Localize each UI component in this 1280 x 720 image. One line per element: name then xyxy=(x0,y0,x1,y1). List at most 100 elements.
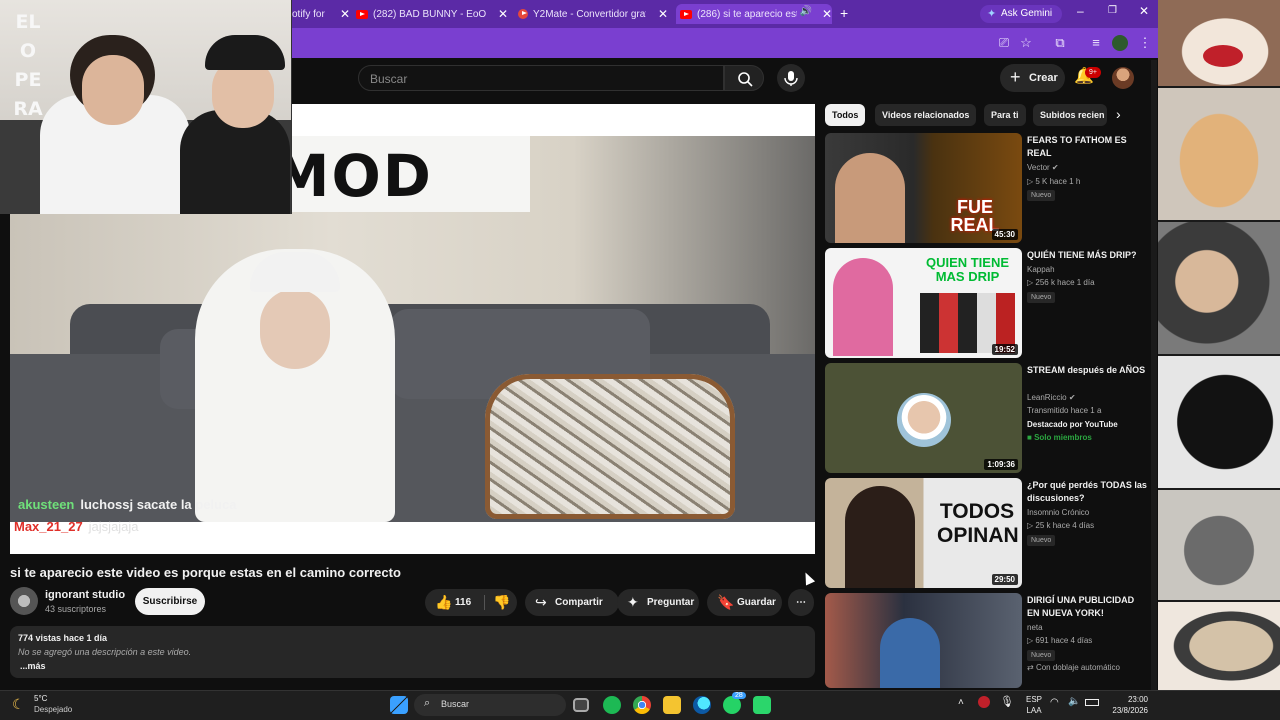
thumbnail-avatar xyxy=(897,393,951,447)
related-channel[interactable]: Vector ✔ xyxy=(1027,163,1059,172)
related-title[interactable]: DIRIGÍ UNA PUBLICIDAD EN NUEVA YORK! xyxy=(1027,594,1147,620)
more-icon: ⋯ xyxy=(796,597,806,608)
taskbar-search[interactable]: ⌕ Buscar xyxy=(414,694,566,716)
chat-message: akusteen luchossj sacate la peluca xyxy=(18,497,237,512)
plus-icon: + xyxy=(1010,67,1021,87)
profile-icon[interactable] xyxy=(1112,35,1128,51)
tab-current-video[interactable]: (286) si te aparecio este vid🔊✕ xyxy=(676,4,832,24)
related-title[interactable]: ¿Por qué perdés TODAS las discusiones? xyxy=(1027,479,1147,505)
chevron-right-icon[interactable]: › xyxy=(1116,106,1121,122)
restore-icon[interactable]: ❐ xyxy=(1108,5,1117,16)
channel-name[interactable]: ignorant studio xyxy=(45,589,125,601)
windows-start-icon[interactable] xyxy=(390,696,408,714)
related-title[interactable]: FEARS TO FATHOM ES REAL xyxy=(1027,134,1147,160)
youtube-icon xyxy=(356,9,368,19)
menu-icon[interactable]: ⋮ xyxy=(1137,35,1153,51)
account-avatar[interactable] xyxy=(1112,67,1134,89)
tab-spotify[interactable]: otify for ✕ xyxy=(292,4,350,24)
channel-avatar[interactable] xyxy=(10,587,38,615)
dislike-icon[interactable]: 👎 xyxy=(493,589,510,616)
ask-gemini-button[interactable]: ✦ Ask Gemini xyxy=(980,5,1062,23)
featured-label: Destacado por YouTube xyxy=(1027,420,1118,429)
divider xyxy=(484,595,485,610)
window-close-icon[interactable]: ✕ xyxy=(1139,4,1149,18)
duration-badge: 45:30 xyxy=(991,229,1018,240)
duration-badge: 19:52 xyxy=(991,344,1018,355)
no-description-text: No se agregó una descripción a este vide… xyxy=(18,647,192,657)
share-button[interactable]: ↪ Compartir xyxy=(525,589,619,616)
subscribe-button[interactable]: Suscribirse xyxy=(135,588,205,615)
like-icon[interactable]: 👍 xyxy=(435,589,452,616)
audio-icon[interactable]: 🔊 xyxy=(800,6,812,17)
related-thumbnail[interactable] xyxy=(825,593,1022,688)
related-thumbnail[interactable]: TODOS OPINAN 29:50 xyxy=(825,478,1022,588)
thumbnail-person xyxy=(833,258,893,356)
tray-app-icon[interactable] xyxy=(978,696,990,708)
dog-images-overlay xyxy=(1158,0,1280,690)
chip-subidos-recien[interactable]: Subidos recien xyxy=(1033,104,1107,126)
wifi-icon[interactable]: ◠ xyxy=(1050,697,1059,708)
new-badge: Nuevo xyxy=(1027,650,1056,661)
chrome-icon[interactable] xyxy=(633,696,651,714)
show-more-link[interactable]: ...más xyxy=(20,661,46,671)
related-title[interactable]: QUIÉN TIENE MÁS DRIP? xyxy=(1027,249,1147,262)
chip-para-ti[interactable]: Para ti xyxy=(984,104,1026,126)
notification-count-badge: 9+ xyxy=(1085,67,1101,78)
related-meta: ▷ 256 k hace 1 día xyxy=(1027,278,1095,287)
related-channel[interactable]: Kappah xyxy=(1027,265,1055,274)
moon-icon: ☾ xyxy=(12,696,25,712)
language-indicator[interactable]: ESP LAA xyxy=(1025,694,1043,716)
voice-search-button[interactable] xyxy=(777,64,805,92)
minimize-icon[interactable]: – xyxy=(1077,4,1084,18)
sparkle-icon: ✦ xyxy=(627,594,639,610)
extensions-icon[interactable]: ⧉ xyxy=(1052,35,1068,51)
new-tab-icon[interactable]: + xyxy=(840,5,848,21)
related-meta: ▷ 5 K hace 1 h xyxy=(1027,177,1081,186)
close-icon[interactable]: ✕ xyxy=(822,7,832,21)
chevron-up-icon[interactable]: ˄ xyxy=(958,697,964,708)
volume-icon[interactable]: 🔈 xyxy=(1068,696,1080,707)
edge-icon[interactable] xyxy=(693,696,711,714)
chip-videos-relacionados[interactable]: Videos relacionados xyxy=(875,104,977,126)
spotify-icon[interactable] xyxy=(603,696,621,714)
dog-image xyxy=(1158,490,1280,600)
media-icon[interactable]: ≡ xyxy=(1088,35,1104,51)
save-button[interactable]: 🔖 Guardar xyxy=(707,589,782,616)
ask-button[interactable]: ✦ Preguntar xyxy=(617,589,699,616)
search-button[interactable] xyxy=(724,65,764,91)
file-explorer-icon[interactable] xyxy=(663,696,681,714)
close-icon[interactable]: ✕ xyxy=(658,7,668,21)
members-icon: ■ xyxy=(1027,433,1032,442)
chip-todos[interactable]: Todos xyxy=(825,104,866,126)
related-title[interactable]: STREAM después de AÑOS xyxy=(1027,364,1147,377)
task-view-icon[interactable] xyxy=(573,698,589,712)
close-icon[interactable]: ✕ xyxy=(340,7,350,21)
person-face xyxy=(260,289,330,369)
related-channel[interactable]: Insomnio Crónico xyxy=(1027,508,1089,517)
more-actions-button[interactable]: ⋯ xyxy=(788,589,814,616)
system-clock[interactable]: 23:00 23/8/2026 xyxy=(1090,694,1148,716)
tab-bad-bunny[interactable]: (282) BAD BUNNY - EoO (Visua✕ xyxy=(356,4,508,24)
related-thumbnail[interactable]: 1:09:36 xyxy=(825,363,1022,473)
related-thumbnail[interactable]: QUIEN TIENE MAS DRIP 19:52 xyxy=(825,248,1022,358)
thumbnail-person xyxy=(880,618,940,688)
bookmark-star-icon[interactable]: ☆ xyxy=(1018,35,1034,51)
create-button[interactable]: + Crear xyxy=(1000,64,1065,92)
search-input[interactable]: Buscar xyxy=(358,65,724,91)
related-channel[interactable]: neta xyxy=(1027,623,1043,632)
duffel-bag-trim xyxy=(485,374,735,519)
streamer-left-face xyxy=(82,55,144,125)
mouse-cursor xyxy=(800,570,816,586)
app-icon[interactable] xyxy=(753,696,771,714)
related-channel[interactable]: LeanRiccio ✔ xyxy=(1027,393,1076,402)
whatsapp-badge: 28 xyxy=(732,692,746,699)
duration-badge: 29:50 xyxy=(991,574,1018,585)
mic-icon[interactable]: 🎙 xyxy=(1000,695,1014,708)
tab-y2mate[interactable]: Y2Mate - Convertidor gratuito d✕ xyxy=(518,4,668,24)
like-count[interactable]: 116 xyxy=(455,589,471,616)
page-scrollbar[interactable] xyxy=(1151,60,1157,690)
bookmark-icon: 🔖 xyxy=(717,594,735,610)
close-icon[interactable]: ✕ xyxy=(498,7,508,21)
related-thumbnail[interactable]: FUE REAL 45:30 xyxy=(825,133,1022,243)
cast-icon[interactable]: ⎚ xyxy=(996,35,1012,51)
